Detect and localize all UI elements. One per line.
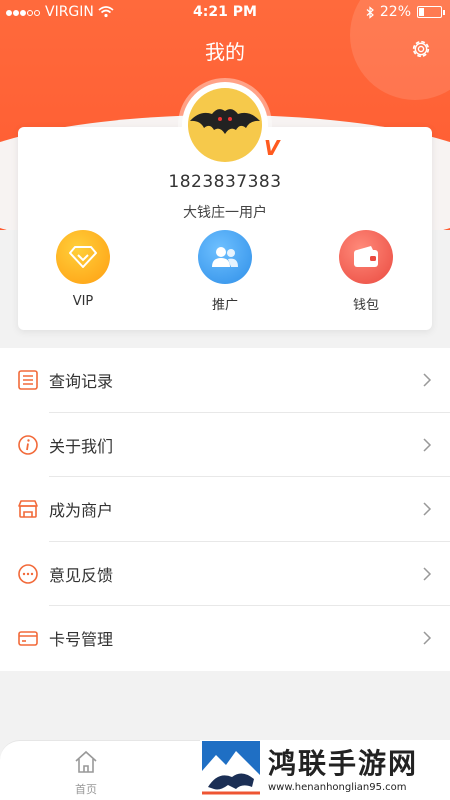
diamond-icon [56,230,110,284]
card-icon [18,631,38,647]
bat-avatar-icon [190,109,260,134]
menu-list: 查询记录 关于我们 成为商户 意见反馈 卡号管理 [0,348,450,671]
page-title: 我的 [205,40,245,64]
tab-home-label: 首页 [75,783,97,796]
menu-item-label: 查询记录 [49,372,114,392]
quick-vip-label: VIP [72,294,94,309]
store-icon [18,500,38,519]
chevron-right-icon [423,631,432,645]
menu-item-become-merchant[interactable]: 成为商户 [0,477,450,542]
battery-level [419,8,424,16]
menu-item-card-management[interactable]: 卡号管理 [0,606,450,671]
user-name: 大钱庄一用户 [183,205,267,221]
watermark-title: 鸿联手游网 [268,746,419,780]
quick-promote-label: 推广 [211,298,238,313]
watermark-url: www.henanhonglian95.com [268,781,407,793]
gear-icon[interactable] [410,38,432,60]
quick-promote[interactable]: 推广 [195,230,255,313]
watermark: 鸿联手游网 www.henanhonglian95.com [200,740,450,800]
status-bar: VIRGIN 4:21 PM 22% [0,0,450,24]
menu-item-label: 卡号管理 [49,630,114,650]
chevron-right-icon [423,373,432,387]
chevron-right-icon [423,502,432,516]
chat-icon [18,563,38,584]
vip-badge: V [264,136,280,160]
menu-item-feedback[interactable]: 意见反馈 [0,542,450,606]
menu-item-query-history[interactable]: 查询记录 [0,348,450,413]
wallet-icon [339,230,393,284]
home-icon [75,750,97,773]
battery-icon [417,6,445,18]
users-icon [198,230,252,284]
quick-vip[interactable]: VIP [53,230,113,309]
menu-item-label: 成为商户 [49,501,114,521]
chevron-right-icon [423,438,432,452]
user-phone: 1823837383 [168,172,282,192]
quick-wallet[interactable]: 钱包 [336,230,396,313]
menu-item-label: 关于我们 [49,436,114,456]
chevron-right-icon [423,567,432,581]
menu-item-about-us[interactable]: 关于我们 [0,413,450,477]
tab-home[interactable]: 首页 [56,749,116,797]
watermark-logo [202,741,260,799]
battery-percent: 22% [379,4,411,20]
bluetooth-icon [366,5,374,19]
info-icon [18,434,38,455]
list-icon [18,370,38,391]
avatar[interactable] [188,88,262,162]
quick-wallet-label: 钱包 [352,298,379,313]
menu-item-label: 意见反馈 [49,565,114,585]
